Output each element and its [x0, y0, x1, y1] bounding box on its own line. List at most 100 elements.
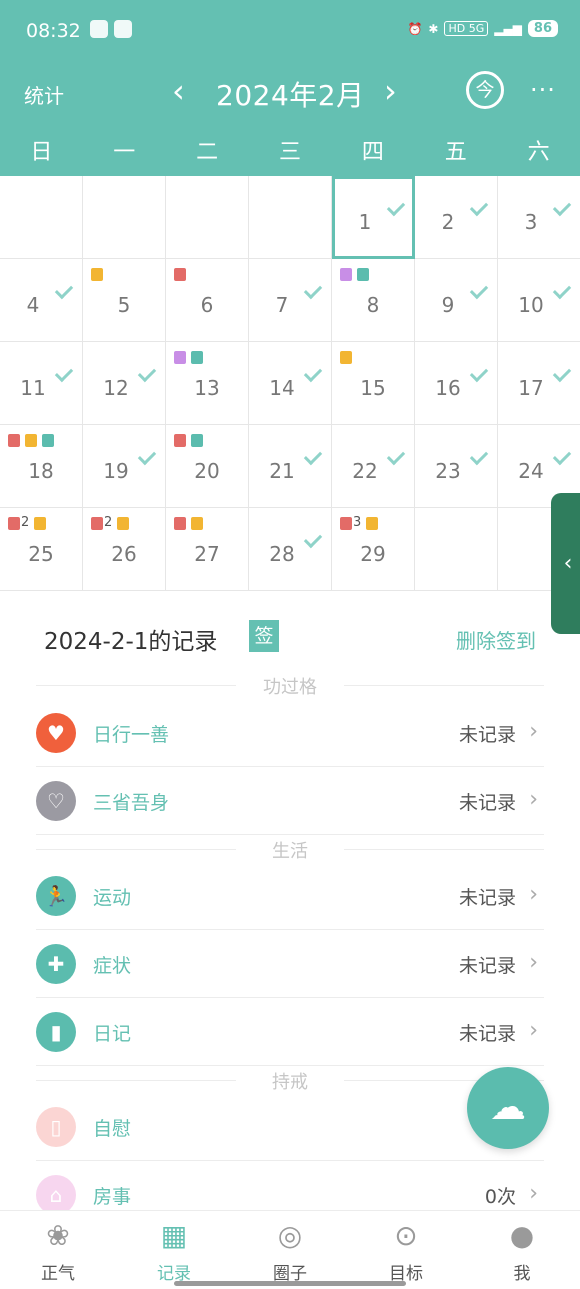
- calendar-day[interactable]: 2 26: [83, 508, 166, 591]
- record-row[interactable]: 🏃 运动 未记录 ›: [36, 862, 544, 930]
- teal-record-icon: [42, 434, 54, 447]
- calendar-day[interactable]: 4: [0, 259, 83, 342]
- next-month-icon[interactable]: ›: [384, 72, 397, 110]
- day-number: 22: [352, 459, 378, 483]
- side-drawer-handle[interactable]: ‹: [551, 493, 580, 634]
- day-number: 29: [360, 542, 386, 566]
- weekday-label: 六: [527, 140, 550, 165]
- status-notification-icons: [90, 20, 132, 38]
- calendar-week: 1 2 3: [0, 176, 580, 259]
- calendar-day[interactable]: 10: [498, 259, 580, 342]
- calendar-day[interactable]: 12: [83, 342, 166, 425]
- calendar-day[interactable]: 23: [415, 425, 498, 508]
- record-name: 日记: [93, 1023, 132, 1045]
- delete-checkin-button[interactable]: 删除签到: [456, 625, 536, 654]
- calendar-day[interactable]: 2 25: [0, 508, 83, 591]
- chevron-right-icon: ›: [529, 882, 538, 907]
- record-name: 房事: [93, 1186, 132, 1208]
- day-number: 23: [435, 459, 461, 483]
- tab-item[interactable]: ⊙ 目标: [348, 1211, 464, 1289]
- calendar-day[interactable]: 5: [83, 259, 166, 342]
- record-value: 未记录: [458, 1023, 516, 1045]
- tab-item[interactable]: ❀ 正气: [0, 1211, 116, 1289]
- day-number: 28: [269, 542, 295, 566]
- weekday-header: 日一二三四五六: [0, 130, 580, 176]
- weekday-label: 五: [444, 140, 467, 165]
- day-marks: 3: [340, 514, 379, 530]
- cloud-sync-button[interactable]: ☁: [467, 1067, 549, 1149]
- calendar-day[interactable]: 16: [415, 342, 498, 425]
- calendar-week: 11 12 13 14 15 16 17: [0, 342, 580, 425]
- section-header: 功过格: [36, 675, 544, 698]
- calendar-week: 18 19 20 21 22 23 24: [0, 425, 580, 508]
- calendar-day[interactable]: 2: [415, 176, 498, 259]
- calendar-day[interactable]: 8: [332, 259, 415, 342]
- target-icon: ⊙: [394, 1219, 418, 1252]
- purple-record-icon: [174, 351, 186, 364]
- day-marks: [174, 514, 203, 530]
- tab-item[interactable]: ▦ 记录: [116, 1211, 232, 1289]
- calendar-day[interactable]: 28: [249, 508, 332, 591]
- calendar-empty-cell: [166, 176, 249, 259]
- day-number: 6: [200, 293, 214, 317]
- signal-icon: ▂▄▆: [494, 21, 522, 36]
- calendar-day[interactable]: 6: [166, 259, 249, 342]
- teal-record-icon: [357, 268, 369, 281]
- calendar-empty-cell: [249, 176, 332, 259]
- record-row[interactable]: ▮ 日记 未记录 ›: [36, 998, 544, 1066]
- record-count: 3: [353, 515, 362, 530]
- day-number: 11: [20, 376, 46, 400]
- calendar-day[interactable]: 18: [0, 425, 83, 508]
- calendar-day[interactable]: 17: [498, 342, 580, 425]
- day-number: 14: [269, 376, 295, 400]
- app-notification-icon: [114, 20, 132, 38]
- calendar-day[interactable]: 20: [166, 425, 249, 508]
- month-nav: 统计 ‹ 2024年2月 › 今 ···: [0, 62, 580, 122]
- record-value: 未记录: [458, 724, 516, 746]
- calendar-day[interactable]: 3 29: [332, 508, 415, 591]
- calendar-day[interactable]: 9: [415, 259, 498, 342]
- medical-kit-icon: ✚: [36, 944, 76, 984]
- calendar-day[interactable]: 13: [166, 342, 249, 425]
- record-row[interactable]: ✚ 症状 未记录 ›: [36, 930, 544, 998]
- calendar-day[interactable]: 1: [332, 176, 415, 259]
- red-record-icon: [340, 517, 352, 530]
- more-icon[interactable]: ···: [530, 76, 556, 104]
- tab-item[interactable]: ● 我: [464, 1211, 580, 1289]
- calendar-day[interactable]: 19: [83, 425, 166, 508]
- day-number: 18: [28, 459, 54, 483]
- calendar-day[interactable]: 21: [249, 425, 332, 508]
- calendar-week: 4 5 6 7 8 9 10: [0, 259, 580, 342]
- calendar-day[interactable]: 14: [249, 342, 332, 425]
- tab-label: 我: [513, 1264, 531, 1284]
- record-name: 症状: [93, 955, 132, 977]
- day-number: 21: [269, 459, 295, 483]
- day-number: 25: [28, 542, 54, 566]
- purple-record-icon: [340, 268, 352, 281]
- day-number: 13: [194, 376, 220, 400]
- yellow-record-icon: [25, 434, 37, 447]
- calendar-day[interactable]: 11: [0, 342, 83, 425]
- chevron-right-icon: ›: [529, 1181, 538, 1206]
- prev-month-icon[interactable]: ‹: [172, 72, 185, 110]
- tab-item[interactable]: ◎ 圈子: [232, 1211, 348, 1289]
- record-row[interactable]: ♥ 日行一善 未记录 ›: [36, 699, 544, 767]
- calendar-day[interactable]: 3: [498, 176, 580, 259]
- red-record-icon: [8, 434, 20, 447]
- calendar-day[interactable]: 27: [166, 508, 249, 591]
- day-number: 5: [117, 293, 131, 317]
- teal-record-icon: [191, 351, 203, 364]
- day-number: 12: [103, 376, 129, 400]
- calendar-day[interactable]: 7: [249, 259, 332, 342]
- record-name: 运动: [93, 887, 132, 909]
- today-button[interactable]: 今: [466, 71, 504, 109]
- calendar-grid: 1 2 3 4 5 6 7 8 9 10 11 12 13 14 15 16 17 18 19 20 21 22 23 24 2…: [0, 176, 580, 591]
- calendar-empty-cell: [415, 508, 498, 591]
- record-row[interactable]: ♡ 三省吾身 未记录 ›: [36, 767, 544, 835]
- chevron-right-icon: ›: [529, 1018, 538, 1043]
- stats-button[interactable]: 统计: [24, 80, 64, 109]
- weekday-label: 四: [361, 140, 384, 165]
- calendar-week: 2 25 2 26 27 28 3 29: [0, 508, 580, 591]
- calendar-day[interactable]: 15: [332, 342, 415, 425]
- calendar-day[interactable]: 22: [332, 425, 415, 508]
